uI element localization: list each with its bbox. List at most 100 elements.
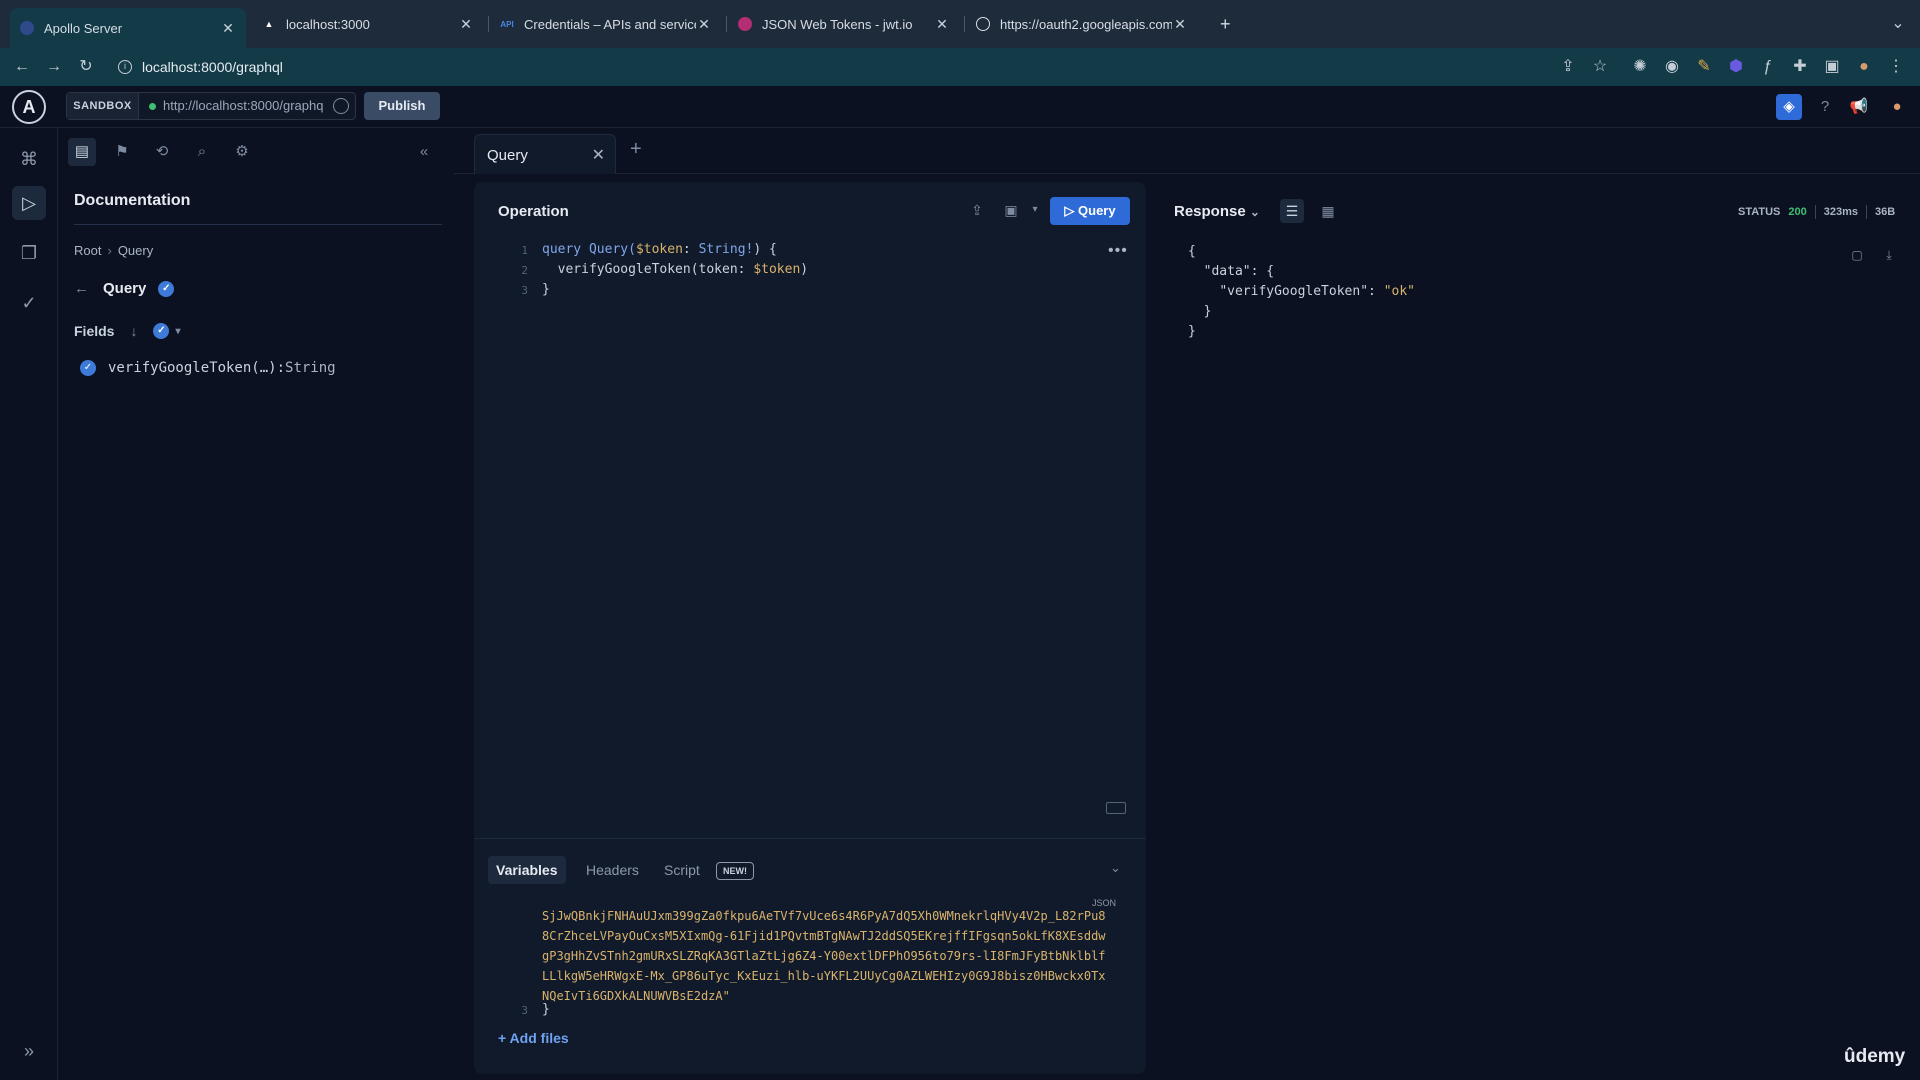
json-view-icon[interactable]: ☰ [1280, 199, 1304, 223]
copy-icon[interactable]: ▢ [1848, 246, 1866, 264]
collapse-chevron-icon[interactable]: ⌄ [1110, 860, 1121, 876]
address-bar[interactable]: i localhost:8000/graphql [112, 52, 1572, 82]
code-line[interactable]: query Query($token: String!) { [542, 242, 777, 257]
code-line[interactable]: } [542, 282, 550, 297]
close-icon[interactable]: ✕ [220, 20, 236, 37]
browser-tab-credentials[interactable]: API Credentials – APIs and services ✕ [490, 8, 722, 40]
close-icon[interactable]: ✕ [934, 16, 950, 33]
extension-hexagon-icon[interactable]: ⬢ [1726, 57, 1746, 77]
response-size: 36B [1875, 206, 1896, 218]
field-row[interactable]: ✓ verifyGoogleToken(…): String [80, 360, 336, 376]
explorer-layers-icon[interactable]: ◈ [1776, 94, 1802, 120]
run-query-button[interactable]: ▷ Query [1050, 197, 1130, 225]
add-files-label: Add files [509, 1030, 569, 1046]
table-view-icon[interactable]: ▦ [1316, 199, 1340, 223]
new-tab-button[interactable]: + [1210, 8, 1240, 40]
tab-script[interactable]: Script [656, 856, 708, 884]
type-name: Query [103, 280, 147, 297]
search-icon[interactable]: ⌕ [188, 138, 216, 166]
close-icon[interactable]: ✕ [1172, 16, 1188, 33]
add-files-button[interactable]: + Add files [498, 1030, 569, 1046]
type-heading: ← Query ✓ [74, 280, 175, 297]
explorer-play-icon[interactable]: ▷ [12, 186, 46, 220]
apollo-favicon-icon [20, 21, 34, 35]
forward-arrow-icon[interactable]: → [44, 57, 64, 77]
globe-favicon-icon [976, 17, 990, 31]
tab-headers[interactable]: Headers [578, 856, 647, 884]
endpoint-url[interactable]: http://localhost:8000/graphql [163, 93, 323, 119]
add-tab-icon[interactable]: + [630, 138, 642, 161]
sidepanel-icon[interactable]: ▣ [1822, 57, 1842, 77]
tab-variables[interactable]: Variables [488, 856, 566, 884]
profile-avatar-icon[interactable]: ● [1854, 57, 1874, 77]
chevron-down-icon[interactable]: ▾ [1024, 199, 1046, 221]
divider [474, 838, 1146, 839]
response-selector[interactable]: Response ⌄ [1174, 203, 1260, 220]
expand-sidebar-icon[interactable]: » [12, 1034, 46, 1068]
publish-button[interactable]: Publish [364, 92, 440, 120]
browser-tab-label: JSON Web Tokens - jwt.io [762, 16, 913, 32]
apollo-logo-icon[interactable]: A [12, 90, 46, 124]
user-avatar[interactable]: ● [1884, 94, 1910, 120]
field-type[interactable]: String [285, 360, 336, 376]
announcement-icon[interactable]: 📢 [1846, 94, 1872, 120]
menu-kebab-icon[interactable]: ⋮ [1886, 57, 1906, 77]
left-nav-rail: ⌘ ▷ ❐ ✓ » [0, 128, 58, 1080]
save-icon[interactable]: ▣ [1000, 199, 1022, 221]
collapse-panel-icon[interactable]: « [410, 138, 438, 166]
browser-tab-localhost[interactable]: ▲ localhost:3000 ✕ [252, 8, 484, 40]
browser-tab-apollo-server[interactable]: Apollo Server ✕ [10, 8, 246, 48]
keyboard-shortcuts-icon[interactable] [1106, 802, 1126, 814]
reload-icon[interactable]: ↻ [76, 57, 96, 77]
code-line[interactable]: verifyGoogleToken(token: $token) [542, 262, 808, 277]
more-options-icon[interactable]: ••• [1108, 242, 1128, 260]
documentation-tab-icon[interactable]: ▤ [68, 138, 96, 166]
close-icon[interactable]: ✕ [696, 16, 712, 33]
sort-arrow-icon[interactable]: ↓ [130, 323, 137, 339]
field-name[interactable]: verifyGoogleToken(…): [108, 360, 285, 376]
chevron-down-icon[interactable]: ▾ [175, 326, 180, 337]
new-badge: NEW! [716, 862, 754, 880]
browser-tab-oauth2[interactable]: https://oauth2.googleapis.com ✕ [966, 8, 1198, 40]
response-body[interactable]: { "data": { "verifyGoogleToken": "ok" } … [1188, 242, 1415, 342]
chevron-down-icon[interactable]: ⌄ [1888, 14, 1908, 34]
collections-icon[interactable]: ❐ [12, 236, 46, 270]
browser-tab-label: https://oauth2.googleapis.com [1000, 16, 1172, 32]
plus-icon: + [498, 1030, 510, 1046]
breadcrumb-root[interactable]: Root [74, 243, 101, 258]
back-arrow-icon[interactable]: ← [12, 57, 32, 77]
site-info-icon[interactable]: i [118, 60, 132, 74]
help-icon[interactable]: ? [1812, 94, 1838, 120]
operation-tabs: Query ✕ + [454, 128, 1920, 174]
api-favicon-icon: API [500, 19, 514, 29]
download-icon[interactable]: ⤓ [1880, 246, 1898, 264]
extension-pen-icon[interactable]: ✎ [1694, 57, 1714, 77]
history-icon[interactable]: ⟲ [148, 138, 176, 166]
settings-gear-icon[interactable]: ⚙ [228, 138, 256, 166]
breadcrumb-query[interactable]: Query [118, 243, 153, 258]
check-icon[interactable]: ✓ [80, 360, 96, 376]
extension-circle-icon[interactable]: ◉ [1662, 57, 1682, 77]
bookmark-icon[interactable]: ⚑ [108, 138, 136, 166]
settings-gear-icon[interactable] [333, 98, 349, 114]
tab-query[interactable]: Query ✕ [474, 134, 616, 174]
browser-tab-jwt[interactable]: JSON Web Tokens - jwt.io ✕ [728, 8, 960, 40]
close-icon[interactable]: ✕ [458, 16, 474, 33]
checks-icon[interactable]: ✓ [12, 286, 46, 320]
select-all-check-icon[interactable]: ✓ [153, 323, 170, 339]
share-icon[interactable]: ⇪ [966, 199, 988, 221]
back-arrow-icon[interactable]: ← [74, 280, 89, 297]
browser-tab-label: Credentials – APIs and services [524, 16, 696, 32]
variables-editor[interactable]: SjJwQBnkjFNHAuUJxm399gZa0fkpu6AeTVf7vUce… [542, 906, 1112, 1006]
endpoint-selector[interactable]: SANDBOX http://localhost:8000/graphql [66, 92, 356, 120]
check-icon[interactable]: ✓ [158, 280, 175, 297]
extension-gear-icon[interactable]: ✺ [1630, 57, 1650, 77]
code-line[interactable]: } [542, 1002, 550, 1017]
bookmark-star-icon[interactable]: ☆ [1590, 57, 1610, 77]
extension-script-icon[interactable]: ƒ [1758, 57, 1778, 77]
status-code: 200 [1788, 206, 1807, 218]
extensions-puzzle-icon[interactable]: ✚ [1790, 57, 1810, 77]
close-icon[interactable]: ✕ [592, 145, 605, 165]
schema-graph-icon[interactable]: ⌘ [12, 142, 46, 176]
url-text: localhost:8000/graphql [142, 59, 283, 75]
